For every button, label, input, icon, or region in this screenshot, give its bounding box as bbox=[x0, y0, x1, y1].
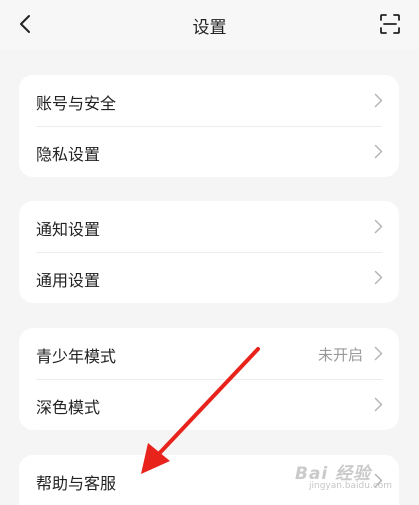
settings-row-privacy[interactable]: 隐私设置 bbox=[19, 126, 399, 177]
chevron-right-icon bbox=[374, 270, 383, 285]
settings-row-general[interactable]: 通用设置 bbox=[19, 252, 399, 303]
chevron-right-icon bbox=[374, 397, 383, 412]
settings-group-general: 通知设置 通用设置 bbox=[19, 201, 399, 303]
row-label: 隐私设置 bbox=[36, 145, 101, 164]
row-label: 账号与安全 bbox=[36, 94, 117, 113]
settings-group-mode: 青少年模式 未开启 深色模式 bbox=[19, 328, 399, 430]
row-label: 帮助与客服 bbox=[36, 474, 117, 493]
page-title: 设置 bbox=[192, 18, 227, 38]
nav-bar: 设置 bbox=[0, 0, 419, 50]
row-label: 通知设置 bbox=[36, 220, 101, 239]
settings-row-dark-mode[interactable]: 深色模式 bbox=[19, 379, 399, 430]
watermark-url: jingyan.baidu.com bbox=[309, 481, 393, 491]
chevron-right-icon bbox=[374, 93, 383, 108]
youth-mode-status: 未开启 bbox=[317, 346, 363, 364]
row-label: 深色模式 bbox=[36, 398, 101, 417]
settings-group-account: 账号与安全 隐私设置 bbox=[19, 75, 399, 177]
scan-icon[interactable] bbox=[379, 13, 401, 35]
settings-row-account-security[interactable]: 账号与安全 bbox=[19, 75, 399, 126]
row-label: 通用设置 bbox=[36, 271, 101, 290]
chevron-right-icon bbox=[374, 346, 383, 361]
settings-row-youth-mode[interactable]: 青少年模式 未开启 bbox=[19, 328, 399, 379]
chevron-right-icon bbox=[374, 219, 383, 234]
baidu-watermark: Bai 经验 jingyan.baidu.com bbox=[295, 457, 393, 497]
settings-row-notification[interactable]: 通知设置 bbox=[19, 201, 399, 252]
row-label: 青少年模式 bbox=[36, 347, 117, 366]
chevron-right-icon bbox=[374, 144, 383, 159]
